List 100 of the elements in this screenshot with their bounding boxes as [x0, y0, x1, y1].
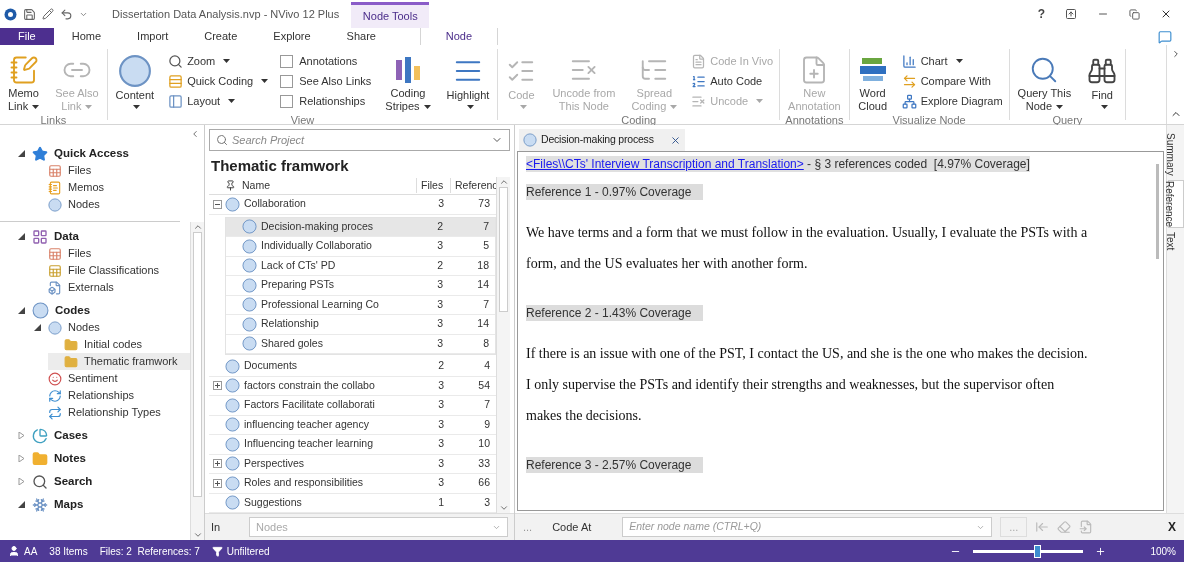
zoom-slider-thumb[interactable]: [1034, 544, 1042, 558]
table-row[interactable]: Shared goles 3 8: [226, 334, 495, 354]
ribbon-button[interactable]: Zoom: [168, 51, 269, 71]
close-icon[interactable]: [669, 134, 681, 146]
side-tab[interactable]: Text: [1167, 231, 1184, 251]
table-row[interactable]: Factors Facilitate collaborati 3 7: [209, 396, 496, 416]
nav-item[interactable]: Maps: [16, 496, 190, 513]
expand-icon[interactable]: [212, 381, 222, 391]
scroll-up-icon[interactable]: [192, 222, 203, 232]
table-row[interactable]: factors constrain the collabo 3 54: [209, 376, 496, 396]
folder-dropdown[interactable]: Nodes: [256, 518, 492, 536]
table-row[interactable]: Professional Learning Co 3 7: [226, 295, 495, 315]
table-row[interactable]: Lack of CTs' PD 2 18: [226, 256, 495, 276]
save-icon[interactable]: [23, 7, 36, 21]
ribbon-button[interactable]: Find: [1079, 49, 1126, 113]
document-icon[interactable]: [1079, 520, 1094, 534]
node-name-field[interactable]: Enter node name (CTRL+Q): [629, 519, 977, 535]
expand-arrow-icon[interactable]: [17, 432, 25, 439]
ribbon-button[interactable]: Highlight: [438, 49, 498, 113]
expand-icon[interactable]: [212, 459, 222, 469]
table-row[interactable]: Perspectives 3 33: [209, 454, 496, 474]
table-row[interactable]: Preparing PSTs 3 14: [226, 276, 495, 296]
nav-item[interactable]: Data: [16, 228, 190, 245]
nav-item[interactable]: Cases: [16, 427, 190, 444]
table-row[interactable]: Influencing teacher learning 3 10: [209, 435, 496, 455]
side-tab[interactable]: Summary: [1167, 133, 1184, 176]
comment-icon[interactable]: [1158, 29, 1172, 44]
source-link[interactable]: <Files\\CTs' Interview Transcription and Translation>: [526, 157, 804, 171]
scroll-up-icon[interactable]: [498, 177, 509, 187]
menu-tab[interactable]: File: [0, 28, 54, 45]
checkbox[interactable]: [280, 54, 294, 68]
search-box[interactable]: Search Project: [209, 129, 510, 151]
scroll-thumb[interactable]: [193, 232, 202, 497]
nav-item[interactable]: Nodes: [32, 196, 180, 213]
nav-item[interactable]: Externals: [32, 279, 190, 296]
ribbon-button[interactable]: Word Cloud: [849, 49, 896, 113]
table-row[interactable]: Documents 2 4: [209, 357, 496, 377]
nav-item[interactable]: Relationship Types: [32, 404, 190, 421]
nav-item[interactable]: Thematic framwork: [48, 353, 190, 370]
scrollbar[interactable]: [496, 177, 510, 513]
nav-item[interactable]: Notes: [16, 450, 190, 467]
uncode-icon[interactable]: [1057, 520, 1072, 534]
scroll-thumb[interactable]: [499, 187, 508, 312]
menu-tab[interactable]: Share: [328, 28, 394, 45]
zoom-in-icon[interactable]: [1095, 545, 1107, 557]
side-tab[interactable]: Reference: [1167, 179, 1184, 228]
dropdown-box[interactable]: Nodes: [249, 517, 508, 537]
nav-item[interactable]: Files: [32, 162, 180, 179]
restore-icon[interactable]: [1129, 8, 1140, 20]
combo-box[interactable]: Enter node name (CTRL+Q): [622, 517, 993, 537]
table-row[interactable]: Collaboration 3 73: [209, 195, 496, 215]
collapse-arrow-icon[interactable]: [17, 150, 25, 157]
table-row[interactable]: Individually Collaboratio 3 5: [226, 237, 495, 257]
expand-arrow-icon[interactable]: [17, 478, 25, 485]
nav-item[interactable]: Codes: [16, 302, 190, 319]
ribbon-button[interactable]: Chart: [901, 51, 1003, 71]
ribbon-button[interactable]: Layout: [168, 91, 269, 111]
search-field[interactable]: Search Project: [232, 131, 487, 149]
scrollbar[interactable]: [190, 222, 204, 540]
menu-tab[interactable]: Explore: [255, 28, 329, 45]
ribbon-button[interactable]: Compare With: [901, 71, 1003, 91]
menu-tab[interactable]: Node: [419, 28, 498, 45]
collapse-icon[interactable]: [212, 199, 222, 209]
ribbon-button[interactable]: Query This Node: [1009, 49, 1080, 113]
ribbon-button[interactable]: Coding Stripes: [377, 49, 439, 113]
collapse-arrow-icon[interactable]: [17, 307, 25, 314]
ribbon-display-icon[interactable]: [1065, 8, 1077, 20]
code-icon[interactable]: [1035, 520, 1050, 534]
expand-arrow-icon[interactable]: [17, 455, 25, 462]
ribbon-button[interactable]: Auto Code: [691, 71, 774, 91]
collapse-panel-icon[interactable]: [190, 129, 200, 139]
table-row[interactable]: Roles and responsibilities 3 66: [209, 474, 496, 494]
checkbox[interactable]: [280, 74, 294, 88]
undo-icon[interactable]: [60, 7, 73, 21]
ribbon-button[interactable]: Explore Diagram: [901, 91, 1003, 111]
menu-tab[interactable]: Home: [53, 28, 120, 45]
nav-item[interactable]: Sentiment: [32, 370, 190, 387]
document-tab[interactable]: Decision-making process: [519, 129, 685, 151]
nav-item[interactable]: Memos: [32, 179, 180, 196]
expand-icon[interactable]: [212, 478, 222, 488]
ribbon-button[interactable]: Content: [107, 49, 163, 113]
pencil-icon[interactable]: [42, 8, 54, 20]
scrollbar[interactable]: [1155, 164, 1159, 259]
nav-item[interactable]: Relationships: [32, 387, 190, 404]
collapse-arrow-icon[interactable]: [33, 324, 41, 331]
scroll-down-icon[interactable]: [192, 530, 203, 540]
close-icon[interactable]: [1160, 8, 1172, 20]
collapse-arrow-icon[interactable]: [17, 501, 25, 508]
nav-item[interactable]: Search: [16, 473, 190, 490]
nav-item[interactable]: Nodes: [32, 319, 190, 336]
column-header[interactable]: Name: [242, 177, 270, 194]
table-row[interactable]: influencing teacher agency 3 9: [209, 415, 496, 435]
nav-item[interactable]: Initial codes: [48, 336, 190, 353]
nav-item[interactable]: File Classifications: [32, 262, 190, 279]
ribbon-button[interactable]: Memo Link: [0, 49, 48, 113]
ribbon-button[interactable]: Quick Coding: [168, 71, 269, 91]
collapse-arrow-icon[interactable]: [17, 233, 25, 240]
table-row[interactable]: Decision-making proces 2 7: [226, 217, 495, 237]
help-button[interactable]: ?: [1037, 5, 1045, 23]
menu-tab[interactable]: Import: [119, 28, 187, 45]
